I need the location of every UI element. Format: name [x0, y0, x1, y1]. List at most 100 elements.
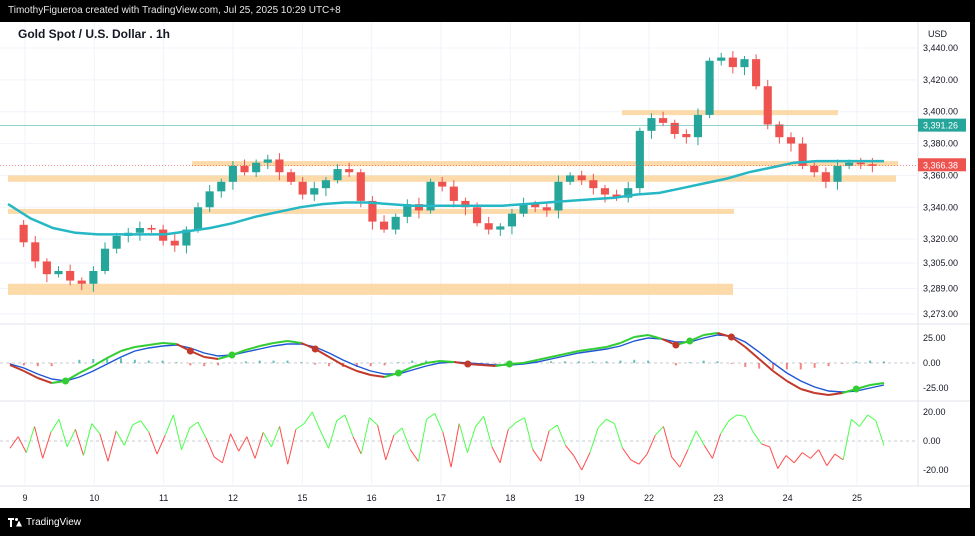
candle-body — [438, 181, 447, 187]
osc1-cross-dot — [672, 341, 680, 349]
zone-band — [8, 283, 733, 295]
candle-body — [577, 175, 586, 181]
candle-body — [310, 188, 319, 195]
candle-body — [717, 57, 726, 61]
price-tick-label: 3,400.00 — [923, 107, 958, 117]
price-tick-label: 3,380.00 — [923, 139, 958, 149]
currency-label: USD — [928, 29, 948, 39]
time-tick-label: 19 — [575, 493, 585, 503]
candle-body — [484, 223, 493, 230]
osc1-cross-dot — [505, 360, 513, 368]
osc2-tick-label: 20.00 — [923, 407, 946, 417]
candle-body — [217, 181, 226, 192]
time-tick-label: 18 — [505, 493, 515, 503]
osc1-cross-dot — [464, 360, 472, 368]
price-tick-label: 3,273.00 — [923, 309, 958, 319]
time-tick-label: 10 — [89, 493, 99, 503]
osc1-main-segment — [162, 342, 177, 345]
price-tick-label: 3,289.00 — [923, 284, 958, 294]
time-tick-label: 16 — [367, 493, 377, 503]
candle-body — [635, 130, 644, 189]
candle-body — [193, 207, 203, 230]
price-tick-label: 3,340.00 — [923, 202, 958, 212]
candle-body — [135, 227, 144, 233]
candle-body — [740, 59, 749, 68]
osc2-tick-label: 0.00 — [923, 436, 941, 446]
chart-frame: TimothyFigueroa created with TradingView… — [0, 0, 975, 536]
candle-body — [66, 270, 75, 281]
tradingview-logo-icon — [8, 517, 22, 527]
osc1-cross-dot — [186, 347, 194, 355]
time-tick-label: 23 — [713, 493, 723, 503]
time-tick-label: 15 — [297, 493, 307, 503]
candle-body — [54, 270, 63, 275]
candle-body — [833, 165, 842, 182]
time-tick-label: 9 — [22, 493, 27, 503]
time-tick-label: 25 — [852, 493, 862, 503]
candle-body — [693, 114, 703, 138]
time-tick-label: 22 — [644, 493, 654, 503]
candle-body — [507, 213, 517, 227]
osc1-cross-dot — [394, 369, 402, 377]
candle-body — [170, 240, 179, 246]
candle-body — [821, 172, 830, 182]
brand-name: TradingView — [26, 516, 82, 528]
candle-body — [275, 159, 284, 173]
price-marker-label: 3,366.38 — [923, 160, 958, 170]
candle-body — [554, 181, 563, 211]
candle-body — [472, 207, 482, 224]
osc1-main-segment — [439, 360, 455, 363]
candle-body — [112, 235, 121, 249]
time-tick-label: 17 — [436, 493, 446, 503]
candle-body — [89, 270, 98, 284]
candle-body — [228, 165, 237, 182]
osc1-cross-dot — [686, 337, 694, 345]
candle-body — [345, 169, 354, 173]
candle-body — [856, 162, 865, 165]
candle-body — [705, 60, 714, 115]
candle-body — [566, 175, 575, 182]
candle-body — [147, 227, 156, 230]
candle-body — [763, 86, 772, 125]
osc1-tick-label: 25.00 — [923, 333, 946, 343]
time-tick-label: 11 — [159, 493, 168, 503]
candle-body — [321, 180, 330, 189]
candle-body — [286, 172, 296, 182]
osc1-tick-label: -25.00 — [923, 383, 949, 393]
candle-body — [42, 261, 51, 275]
candle-body — [775, 124, 784, 138]
osc1-tick-label: 0.00 — [923, 358, 941, 368]
candle-body — [19, 224, 28, 243]
candle-body — [868, 164, 877, 166]
candle-body — [298, 181, 307, 195]
candle-body — [391, 216, 400, 230]
chart-canvas[interactable]: 3,440.00 3,420.00 3,400.00 3,380.00 3,360.00… — [0, 0, 975, 536]
zone-band — [622, 110, 838, 116]
candle-body — [333, 169, 342, 181]
time-tick-label: 12 — [228, 493, 238, 503]
candle-body — [31, 242, 40, 262]
price-tick-label: 3,440.00 — [923, 43, 958, 53]
footer-brand[interactable]: TradingView — [8, 515, 81, 529]
candle-body — [682, 134, 691, 138]
osc1-cross-dot — [727, 333, 735, 341]
osc2-tick-label: -20.00 — [923, 465, 949, 475]
osc1-cross-dot — [852, 385, 860, 393]
candle-body — [263, 159, 272, 163]
osc1-cross-dot — [311, 345, 319, 353]
candle-body — [752, 59, 761, 87]
candle-body — [647, 118, 656, 131]
time-tick-label: 24 — [783, 493, 793, 503]
zone-band — [8, 175, 896, 182]
candle-body — [77, 280, 86, 284]
osc1-main-segment — [481, 364, 496, 367]
osc1-cross-dot — [228, 351, 236, 359]
price-marker-label: 3,391.26 — [923, 121, 958, 131]
chart-title: Gold Spot / U.S. Dollar . 1h — [18, 27, 170, 41]
candle-body — [205, 191, 214, 208]
candle-body — [786, 137, 796, 144]
candle-body — [356, 172, 365, 201]
chart-plot-area — [0, 22, 918, 508]
candle-body — [252, 162, 261, 173]
price-tick-label: 3,320.00 — [923, 234, 958, 244]
